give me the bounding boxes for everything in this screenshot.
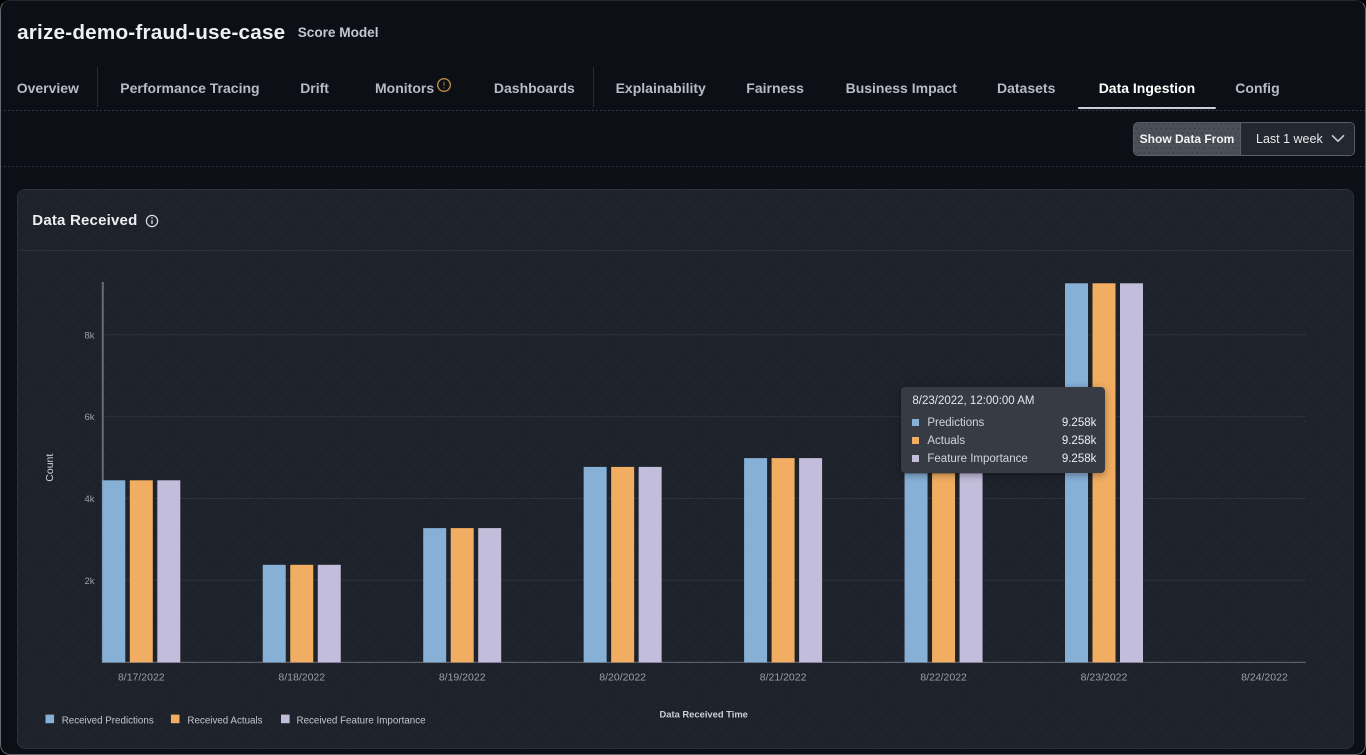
svg-text:8/18/2022: 8/18/2022 xyxy=(279,671,326,683)
svg-text:8/22/2022: 8/22/2022 xyxy=(920,671,967,683)
svg-text:8/23/2022: 8/23/2022 xyxy=(1081,671,1128,683)
svg-text:8k: 8k xyxy=(85,330,95,341)
svg-text:Received Feature Importance: Received Feature Importance xyxy=(297,715,427,726)
svg-text:2k: 2k xyxy=(85,576,95,587)
svg-text:Received Actuals: Received Actuals xyxy=(188,715,263,726)
svg-text:Data Received Time: Data Received Time xyxy=(660,708,748,719)
svg-text:6k: 6k xyxy=(85,412,95,423)
svg-text:Count: Count xyxy=(44,454,56,482)
svg-text:8/21/2022: 8/21/2022 xyxy=(760,671,807,683)
svg-text:8/17/2022: 8/17/2022 xyxy=(118,671,165,683)
svg-text:8/24/2022: 8/24/2022 xyxy=(1241,671,1288,683)
svg-text:Received Predictions: Received Predictions xyxy=(62,715,154,726)
svg-text:8/20/2022: 8/20/2022 xyxy=(599,671,646,683)
svg-text:4k: 4k xyxy=(85,494,95,505)
svg-text:8/19/2022: 8/19/2022 xyxy=(439,671,486,683)
